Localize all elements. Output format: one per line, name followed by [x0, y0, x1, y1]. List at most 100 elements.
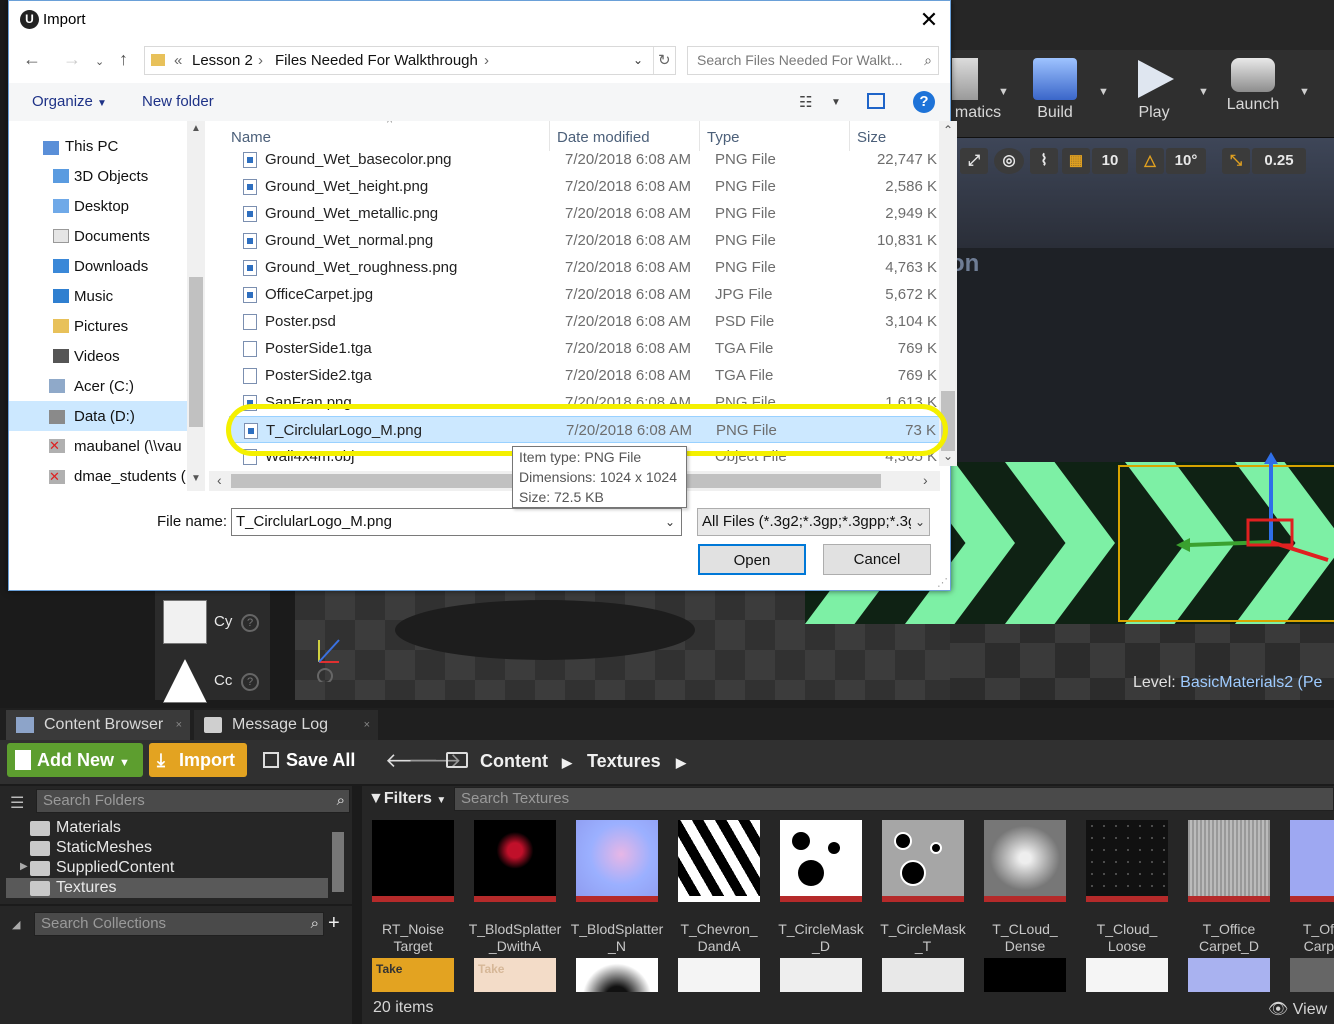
file-row[interactable]: Poster.psd 7/20/2018 6:08 AM PSD File 3,104…: [229, 308, 943, 335]
forward-arrow-icon[interactable]: →: [63, 49, 81, 70]
tab-message-log[interactable]: Message Log ×: [194, 710, 378, 740]
add-collection-icon[interactable]: +: [328, 912, 340, 935]
world-space-icon[interactable]: ◎: [994, 148, 1024, 174]
import-button[interactable]: ⤓ Import: [149, 743, 247, 777]
column-header-size[interactable]: Size: [857, 129, 886, 146]
file-row[interactable]: PosterSide2.tga 7/20/2018 6:08 AM TGA File…: [229, 362, 943, 389]
play-button[interactable]: Play: [1124, 58, 1184, 130]
chevron-down-icon[interactable]: ▼: [831, 97, 841, 108]
asset-thumbnail[interactable]: [882, 820, 964, 902]
file-row[interactable]: PosterSide1.tga 7/20/2018 6:08 AM TGA File…: [229, 335, 943, 362]
folder-staticmeshes[interactable]: StaticMeshes: [30, 838, 152, 858]
nav-scrollbar[interactable]: ▲ ▼: [187, 121, 205, 491]
scroll-down-icon[interactable]: ▼: [191, 473, 201, 484]
file-name-input[interactable]: T_CirclularLogo_M.png ⌄: [231, 508, 682, 536]
asset-thumbnail[interactable]: [474, 820, 556, 902]
scale-mode-icon[interactable]: ⤢: [960, 148, 988, 174]
breadcrumb-overflow-icon[interactable]: «: [174, 47, 182, 74]
view-menu-icon[interactable]: ☷: [799, 93, 812, 111]
new-folder-button[interactable]: New folder: [142, 93, 214, 110]
search-collections-input[interactable]: Search Collections ⌕: [34, 912, 324, 936]
asset-thumbnail[interactable]: [780, 820, 862, 902]
asset-thumbnail[interactable]: [372, 820, 454, 902]
open-button[interactable]: Open: [698, 544, 806, 575]
search-input[interactable]: Search Files Needed For Walkt... ⌕: [687, 46, 939, 75]
cinematics-dropdown-icon[interactable]: ▼: [998, 86, 1009, 98]
launch-dropdown-icon[interactable]: ▼: [1299, 86, 1310, 98]
cancel-button[interactable]: Cancel: [823, 544, 931, 575]
scroll-down-icon[interactable]: ⌄: [943, 449, 953, 463]
scroll-right-icon[interactable]: ›: [923, 472, 928, 488]
breadcrumb-lesson2[interactable]: Lesson 2: [192, 47, 253, 74]
column-header-date[interactable]: Date modified: [557, 129, 650, 146]
grid-snap-icon[interactable]: ▦: [1062, 148, 1090, 174]
folders-scrollbar[interactable]: [332, 832, 344, 892]
transform-gizmo-icon[interactable]: [1168, 450, 1334, 580]
nav-videos[interactable]: Videos: [74, 348, 120, 365]
surface-snap-icon[interactable]: ⌇: [1030, 148, 1058, 174]
scroll-up-icon[interactable]: ⌃: [943, 123, 953, 137]
breadcrumb-textures[interactable]: Textures: [587, 751, 661, 772]
asset-thumbnail[interactable]: [984, 820, 1066, 902]
breadcrumb-content[interactable]: Content: [480, 751, 548, 772]
asset-thumbnail[interactable]: [678, 820, 760, 902]
help-icon[interactable]: ?: [241, 673, 259, 691]
nav-data-d[interactable]: Data (D:): [74, 408, 135, 425]
rotation-snap-value[interactable]: 10°: [1166, 148, 1206, 174]
expand-icon[interactable]: ▶: [20, 861, 28, 872]
address-bar[interactable]: « Lesson 2 › Files Needed For Walkthroug…: [144, 46, 676, 75]
grid-snap-value[interactable]: 10: [1092, 148, 1128, 174]
column-header-name[interactable]: Name: [231, 129, 271, 146]
organize-button[interactable]: Organize ▼: [32, 93, 107, 110]
chevron-down-icon[interactable]: ⌄: [633, 47, 643, 74]
folder-suppliedcontent[interactable]: SuppliedContent: [30, 858, 174, 878]
scroll-thumb[interactable]: [189, 277, 203, 427]
file-type-select[interactable]: All Files (*.3g2;*.3gp;*.3gpp;*.3g ⌄: [697, 508, 930, 536]
folder-materials[interactable]: Materials: [30, 818, 121, 838]
search-folders-input[interactable]: Search Folders ⌕: [36, 789, 350, 813]
scale-snap-icon[interactable]: ⤡: [1222, 148, 1250, 174]
close-icon[interactable]: ×: [364, 710, 370, 740]
nav-3d-objects[interactable]: 3D Objects: [74, 168, 148, 185]
asset-thumbnail[interactable]: [1086, 820, 1168, 902]
close-icon[interactable]: ✕: [914, 6, 944, 34]
column-header-type[interactable]: Type: [707, 129, 740, 146]
help-icon[interactable]: ?: [913, 91, 935, 113]
nav-documents[interactable]: Documents: [74, 228, 150, 245]
scale-snap-value[interactable]: 0.25: [1252, 148, 1306, 174]
chevron-down-icon[interactable]: ⌄: [665, 509, 675, 535]
asset-thumbnail[interactable]: [1188, 820, 1270, 902]
resize-grip-icon[interactable]: ⋰: [937, 576, 948, 589]
nav-acer-c[interactable]: Acer (C:): [74, 378, 134, 395]
nav-network-dmae-students[interactable]: dmae_students (: [74, 468, 186, 485]
scroll-left-icon[interactable]: ‹: [217, 472, 222, 488]
tab-content-browser[interactable]: Content Browser ×: [6, 710, 190, 740]
nav-desktop[interactable]: Desktop: [74, 198, 129, 215]
list-toggle-icon[interactable]: ☰: [10, 793, 24, 813]
folder-textures[interactable]: Textures: [30, 878, 116, 898]
file-row[interactable]: Ground_Wet_normal.png 7/20/2018 6:08 AM PN…: [229, 227, 943, 254]
breadcrumb-separator-icon[interactable]: ▶: [676, 755, 686, 771]
scroll-up-icon[interactable]: ▲: [191, 123, 201, 134]
chevron-right-icon[interactable]: ›: [258, 47, 263, 74]
view-options-button[interactable]: 👁 View: [1268, 999, 1327, 1019]
cinematics-button[interactable]: matics: [952, 58, 1004, 130]
nav-network-maubanel[interactable]: maubanel (\\vau: [74, 438, 182, 455]
close-icon[interactable]: ×: [176, 710, 182, 740]
nav-this-pc[interactable]: This PC: [65, 138, 118, 155]
asset-thumbnail[interactable]: [576, 820, 658, 902]
breadcrumb-separator-icon[interactable]: ▶: [562, 755, 572, 771]
search-textures-input[interactable]: Search Textures: [454, 787, 1334, 811]
nav-downloads[interactable]: Downloads: [74, 258, 148, 275]
collapse-icon[interactable]: ◢: [12, 918, 20, 931]
chevron-right-icon[interactable]: ›: [484, 47, 489, 74]
build-button[interactable]: Build: [1025, 58, 1085, 130]
asset-thumbnail[interactable]: [1290, 820, 1334, 902]
build-dropdown-icon[interactable]: ▼: [1098, 86, 1109, 98]
file-row[interactable]: Ground_Wet_roughness.png 7/20/2018 6:08 A…: [229, 254, 943, 281]
help-icon[interactable]: ?: [241, 614, 259, 632]
breadcrumb-files-needed[interactable]: Files Needed For Walkthrough: [275, 47, 478, 74]
file-row[interactable]: Ground_Wet_metallic.png 7/20/2018 6:08 AM…: [229, 200, 943, 227]
rotation-snap-icon[interactable]: △: [1136, 148, 1164, 174]
preview-pane-icon[interactable]: [867, 93, 885, 109]
